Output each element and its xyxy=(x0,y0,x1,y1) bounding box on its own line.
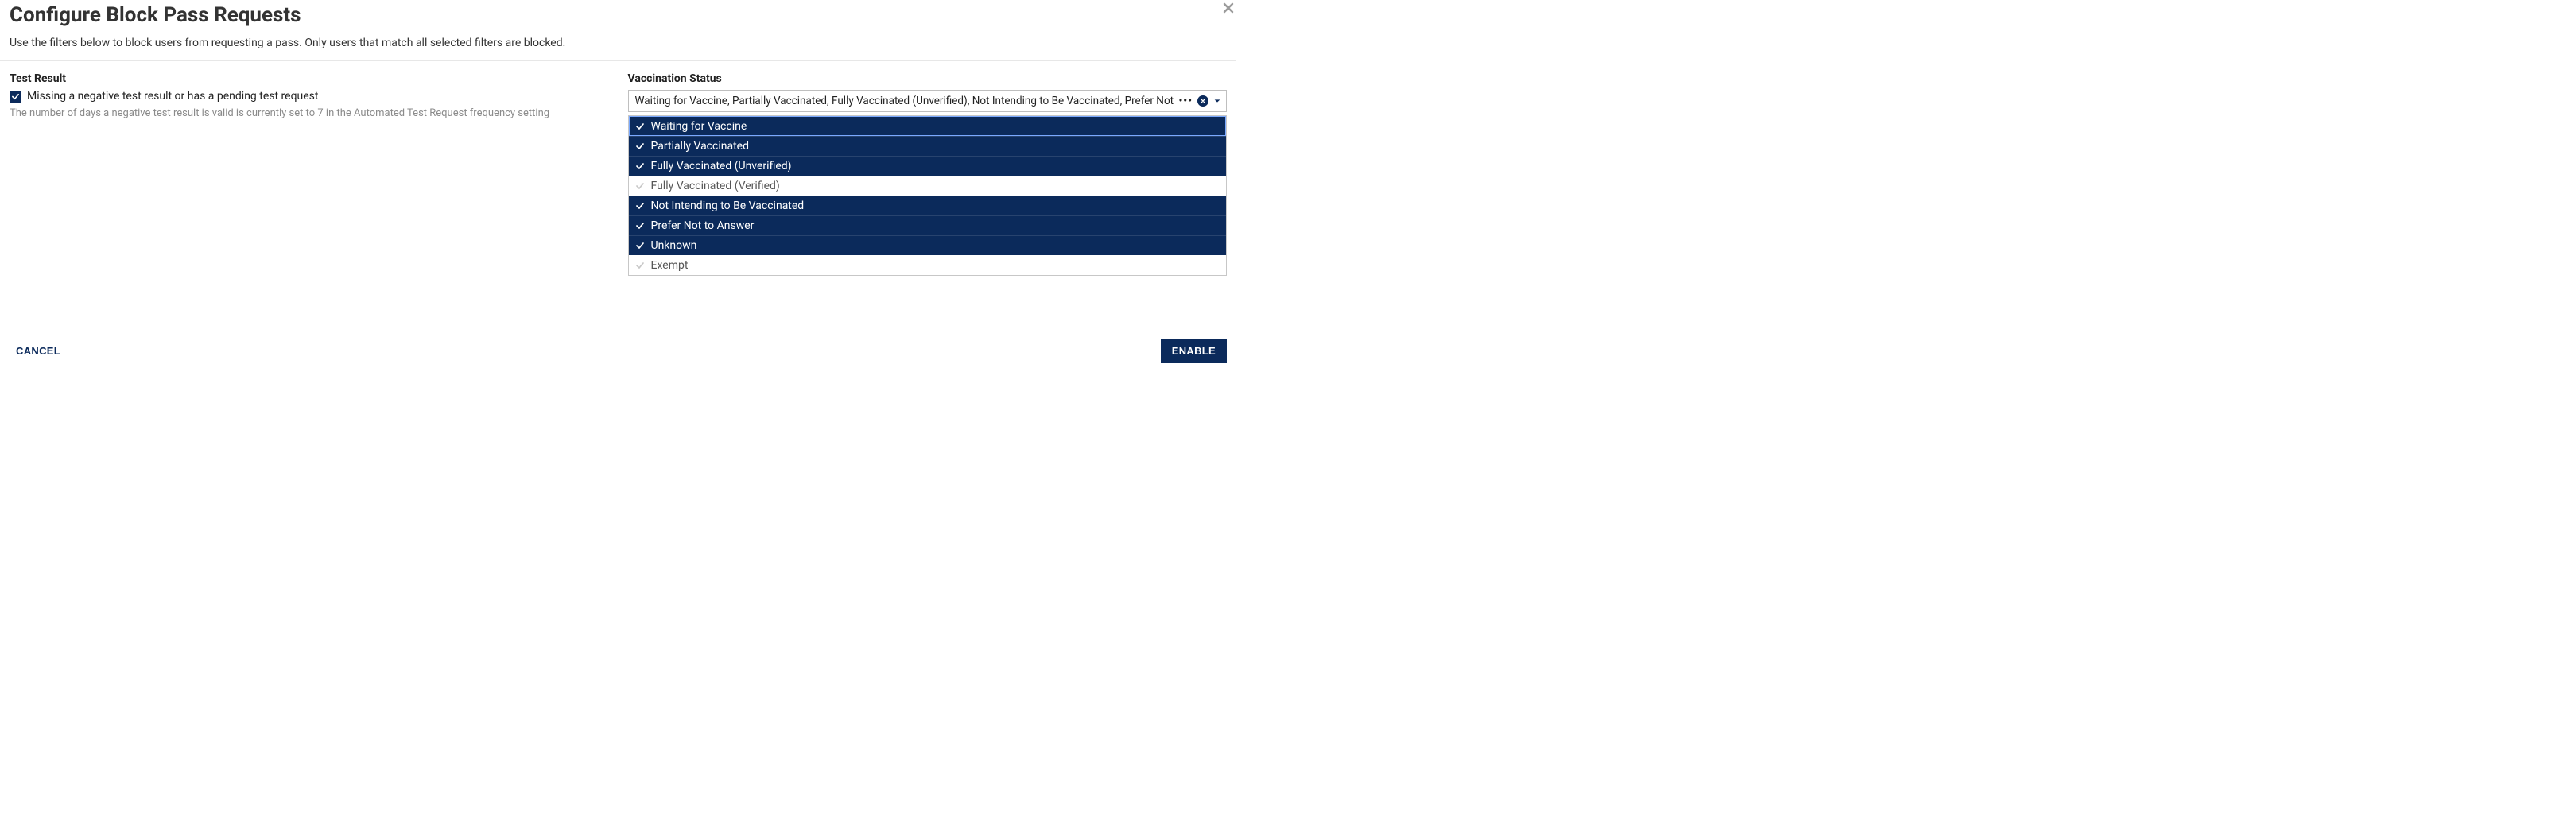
modal-subtitle: Use the filters below to block users fro… xyxy=(10,37,1227,49)
enable-button[interactable]: ENABLE xyxy=(1161,339,1227,363)
vaccination-status-option-label: Fully Vaccinated (Verified) xyxy=(651,180,780,192)
check-icon xyxy=(635,221,645,230)
vaccination-status-option-label: Exempt xyxy=(651,259,689,272)
vaccination-status-option[interactable]: Exempt xyxy=(629,255,1227,275)
vaccination-status-option-label: Prefer Not to Answer xyxy=(651,219,755,232)
vaccination-status-option-label: Fully Vaccinated (Unverified) xyxy=(651,160,792,172)
vaccination-status-option[interactable]: Prefer Not to Answer xyxy=(629,215,1227,235)
configure-block-pass-requests-modal: Configure Block Pass Requests Use the fi… xyxy=(0,0,1236,276)
vaccination-status-section: Vaccination Status Waiting for Vaccine, … xyxy=(628,72,1228,276)
test-result-checkbox[interactable] xyxy=(10,91,21,103)
check-icon xyxy=(635,141,645,151)
caret-down-icon[interactable] xyxy=(1213,97,1221,105)
vaccination-status-label: Vaccination Status xyxy=(628,72,1228,85)
vaccination-status-option[interactable]: Partially Vaccinated xyxy=(629,136,1227,156)
vaccination-status-option-label: Partially Vaccinated xyxy=(651,140,749,153)
vaccination-status-option-label: Waiting for Vaccine xyxy=(651,120,747,133)
vaccination-status-multiselect: Waiting for Vaccine, Partially Vaccinate… xyxy=(628,90,1228,276)
modal-title: Configure Block Pass Requests xyxy=(10,3,1227,27)
check-icon xyxy=(635,201,645,211)
vaccination-status-option[interactable]: Fully Vaccinated (Unverified) xyxy=(629,156,1227,176)
vaccination-status-dropdown: Waiting for Vaccine Partially Vaccinated F… xyxy=(628,115,1228,276)
check-icon xyxy=(635,241,645,250)
check-icon xyxy=(635,161,645,171)
check-icon xyxy=(635,122,645,131)
test-result-section: Test Result Missing a negative test resu… xyxy=(10,72,609,276)
vaccination-status-option-label: Unknown xyxy=(651,239,697,252)
divider xyxy=(0,60,1236,61)
more-indicator-icon: ••• xyxy=(1178,95,1193,107)
vaccination-status-option-label: Not Intending to Be Vaccinated xyxy=(651,199,805,212)
vaccination-status-input[interactable]: Waiting for Vaccine, Partially Vaccinate… xyxy=(628,90,1228,112)
test-result-checkbox-label: Missing a negative test result or has a … xyxy=(27,90,318,103)
vaccination-status-option[interactable]: Fully Vaccinated (Verified) xyxy=(629,176,1227,196)
clear-selection-icon[interactable] xyxy=(1197,95,1208,107)
vaccination-status-option[interactable]: Unknown xyxy=(629,235,1227,255)
check-icon xyxy=(635,181,645,191)
close-icon[interactable] xyxy=(1220,0,1236,16)
vaccination-status-selected-text: Waiting for Vaccine, Partially Vaccinate… xyxy=(635,95,1174,107)
cancel-button[interactable]: CANCEL xyxy=(16,345,60,357)
vaccination-status-option[interactable]: Not Intending to Be Vaccinated xyxy=(629,196,1227,215)
test-result-hint: The number of days a negative test resul… xyxy=(10,107,609,119)
modal-footer: CANCEL ENABLE xyxy=(0,327,1236,374)
vaccination-status-option[interactable]: Waiting for Vaccine xyxy=(629,116,1227,136)
check-icon xyxy=(635,261,645,270)
test-result-label: Test Result xyxy=(10,72,609,85)
